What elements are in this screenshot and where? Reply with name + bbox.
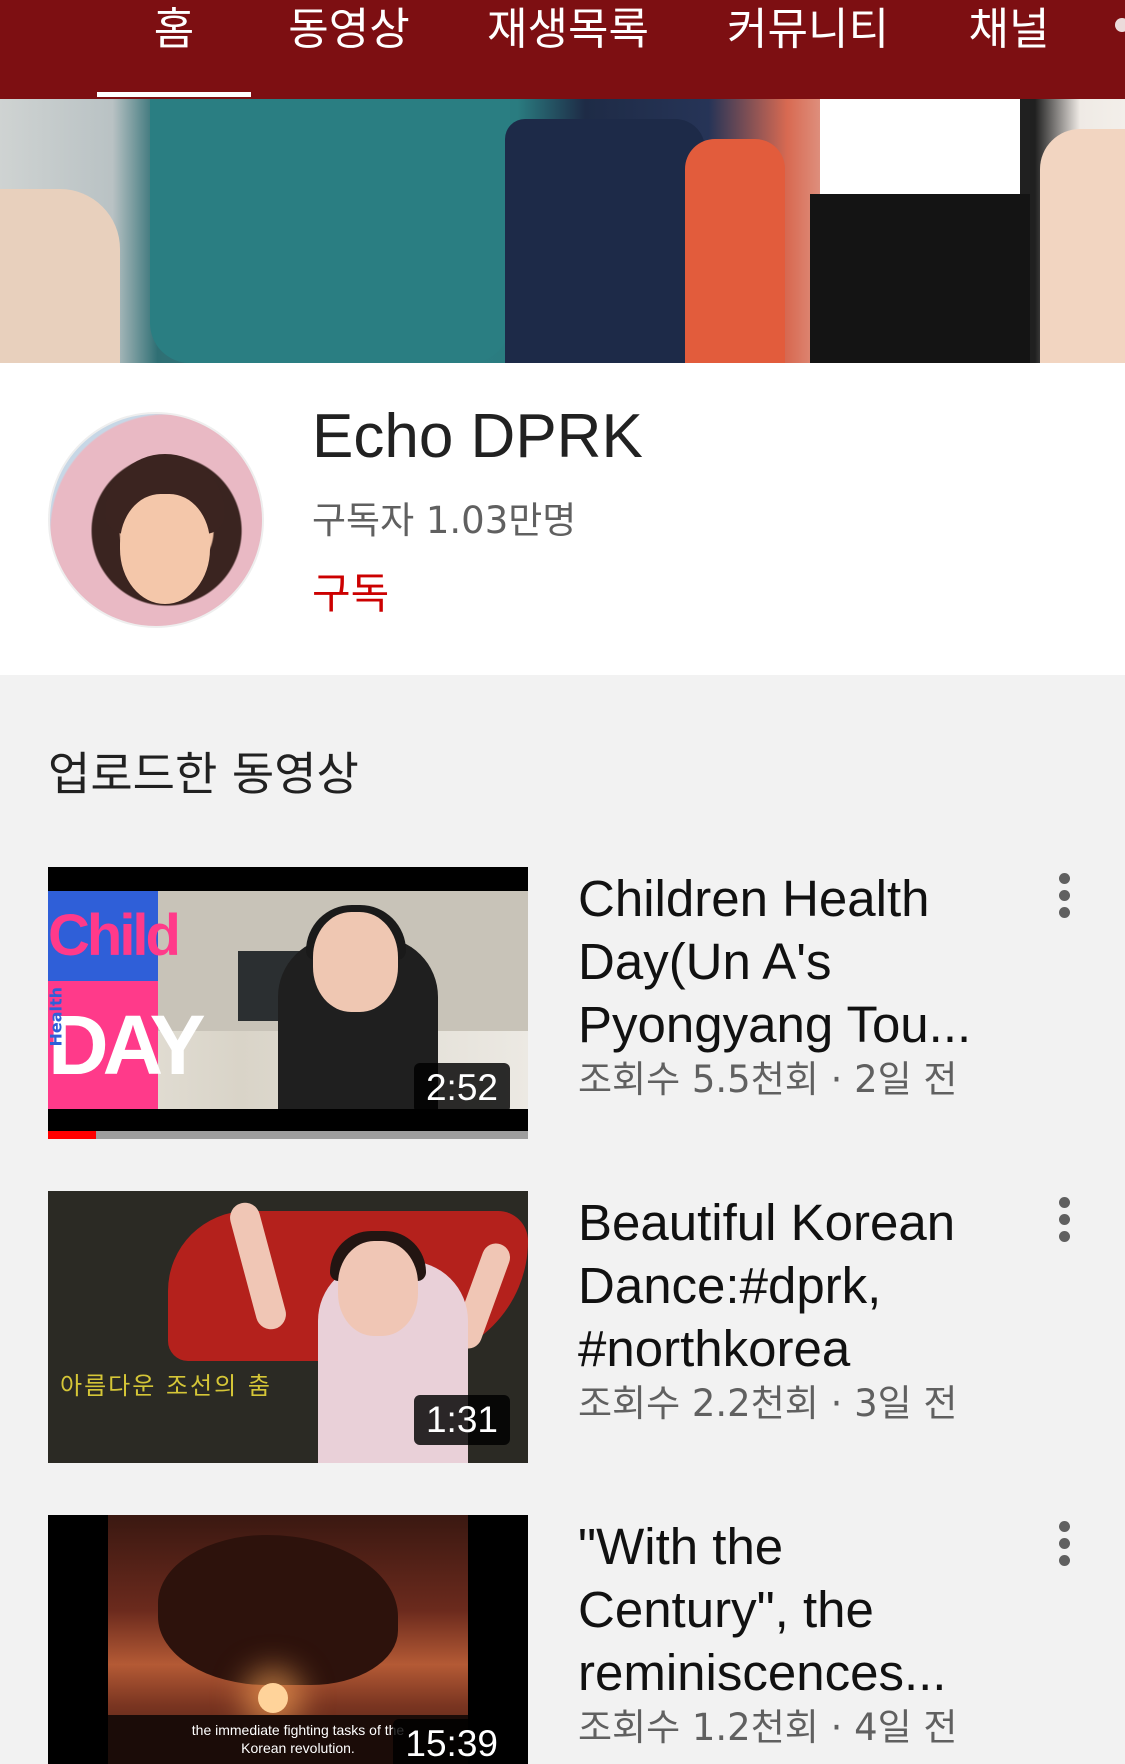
video-meta: 조회수 1.2천회 · 4일 전 [578, 1706, 958, 1749]
more-vert-icon[interactable] [1053, 1519, 1077, 1589]
video-thumbnail[interactable]: 아름다운 조선의 춤 1:31 [48, 1191, 528, 1463]
watch-progress-fill [48, 1131, 96, 1139]
channel-name: Echo DPRK [312, 402, 643, 471]
subscribe-button[interactable]: 구독 [312, 560, 389, 621]
video-item[interactable]: 아름다운 조선의 춤 1:31 Beautiful Korean Dance:#… [48, 1191, 1088, 1463]
video-thumbnail[interactable]: Child DAY Health 2:52 [48, 867, 528, 1139]
video-duration: 15:39 [393, 1719, 510, 1764]
video-title[interactable]: "With the Century", the reminiscences... [578, 1515, 998, 1704]
more-vert-icon[interactable] [1053, 871, 1077, 941]
tab-home[interactable]: 홈 [97, 0, 251, 99]
tab-community-label: 커뮤니티 [727, 4, 889, 55]
tab-channels-label: 채널 [968, 4, 1050, 55]
tab-channels[interactable]: 채널 [964, 0, 1054, 99]
thumb-subtitle: the immediate fighting tasks of the Kore… [191, 1722, 405, 1756]
active-tab-indicator [97, 92, 251, 97]
tab-community[interactable]: 커뮤니티 [724, 0, 892, 99]
video-meta: 조회수 2.2천회 · 3일 전 [578, 1382, 958, 1425]
video-thumbnail[interactable]: the immediate fighting tasks of the Kore… [48, 1515, 528, 1764]
thumb-logo-side: Health [48, 986, 66, 1047]
tab-playlists[interactable]: 재생목록 [484, 0, 652, 99]
video-duration: 2:52 [413, 1063, 510, 1113]
thumb-caption: 아름다운 조선의 춤 [60, 1372, 272, 1400]
watch-progress-bar [48, 1131, 528, 1139]
tab-videos-label: 동영상 [288, 4, 410, 55]
more-vert-icon[interactable] [1053, 1195, 1077, 1265]
channel-tab-bar: 홈 동영상 재생목록 커뮤니티 채널 [0, 0, 1125, 99]
subscriber-count: 구독자 1.03만명 [312, 499, 577, 542]
tab-home-label: 홈 [153, 4, 195, 55]
video-duration: 1:31 [413, 1395, 510, 1445]
video-item[interactable]: Child DAY Health 2:52 Children Health Da… [48, 867, 1088, 1139]
channel-avatar[interactable] [48, 412, 264, 628]
channel-header: Echo DPRK 구독자 1.03만명 구독 [0, 363, 1125, 675]
thumb-logo-top: Child [48, 891, 181, 981]
section-title: 업로드한 동영상 [48, 747, 359, 801]
video-title[interactable]: Beautiful Korean Dance:#dprk, #northkore… [578, 1191, 998, 1380]
tab-playlists-label: 재생목록 [487, 4, 649, 55]
video-meta: 조회수 5.5천회 · 2일 전 [578, 1058, 958, 1101]
video-title[interactable]: Children Health Day(Un A's Pyongyang Tou… [578, 867, 998, 1056]
video-item[interactable]: the immediate fighting tasks of the Kore… [48, 1515, 1088, 1764]
next-tab-hint [1115, 18, 1125, 32]
channel-banner [0, 99, 1125, 363]
tab-videos[interactable]: 동영상 [286, 0, 412, 99]
